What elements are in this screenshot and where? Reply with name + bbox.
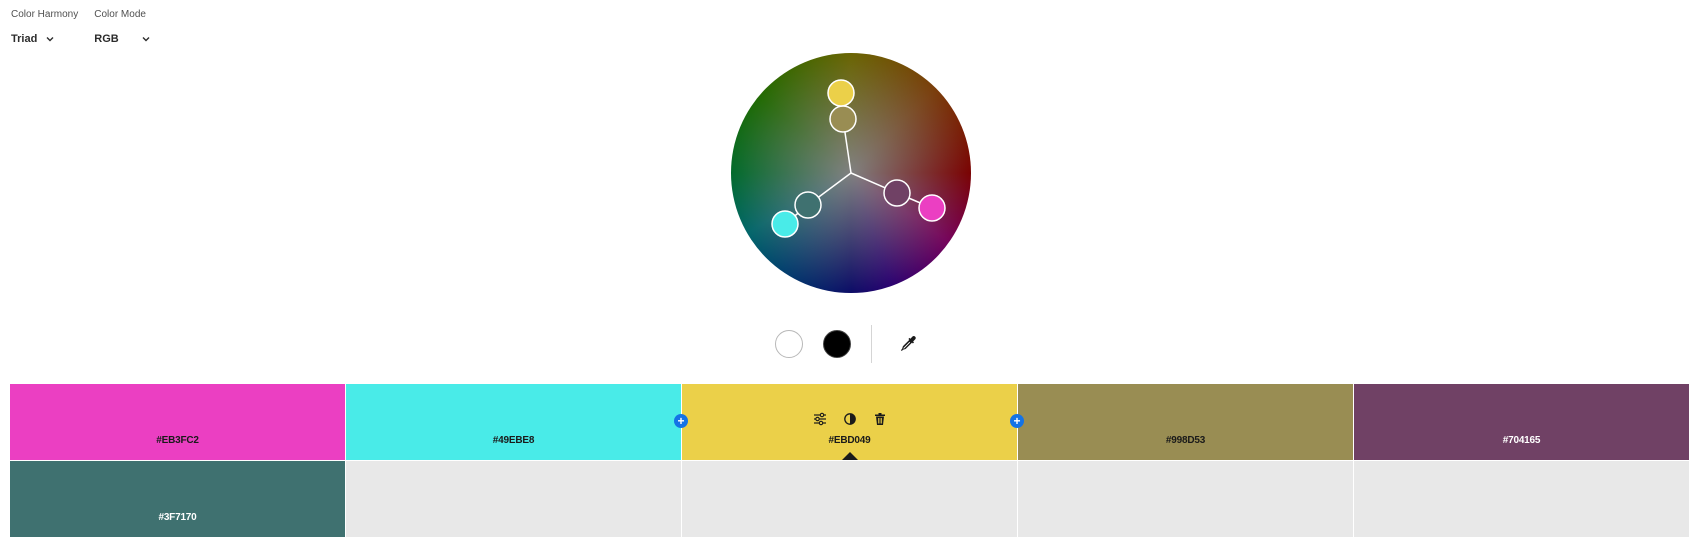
swatch-grid: #EB3FC2 #49EBE8 #EBD049 #998D53 #704165 …: [10, 384, 1692, 538]
sliders-icon[interactable]: [813, 412, 827, 426]
handle-998D53[interactable]: [829, 105, 857, 133]
color-mode-label: Color Mode: [94, 9, 146, 20]
empty-swatch-slot: [346, 461, 681, 537]
color-mode-dropdown[interactable]: RGB: [94, 33, 150, 45]
wheel-tools: [775, 325, 918, 363]
swatch-cell-2[interactable]: #49EBE8: [346, 384, 681, 460]
handle-704165[interactable]: [883, 179, 911, 207]
swatch-cell-6[interactable]: #3F7170: [10, 461, 345, 537]
swatch-cell-4[interactable]: #998D53: [1018, 384, 1353, 460]
color-harmony-dropdown[interactable]: Triad: [11, 33, 78, 45]
swatch-actions: [682, 412, 1017, 426]
swatch-hex-label: #EB3FC2: [156, 435, 199, 446]
chevron-down-icon: [46, 37, 54, 42]
swatch-hex-label: #EBD049: [828, 435, 871, 446]
active-swatch-indicator: [841, 452, 858, 460]
contrast-icon[interactable]: [843, 412, 857, 426]
eyedropper-icon[interactable]: [898, 334, 918, 354]
chevron-down-icon: [142, 37, 150, 42]
handle-EB3FC2[interactable]: [918, 194, 946, 222]
color-mode-control: Color Mode RGB: [94, 8, 150, 45]
black-swatch-button[interactable]: [823, 330, 851, 358]
color-harmony-label: Color Harmony: [11, 9, 79, 20]
empty-swatch-slot: [1354, 461, 1689, 537]
swatch-hex-label: #3F7170: [158, 512, 197, 523]
color-harmony-value: Triad: [11, 33, 38, 45]
swatch-cell-3-active[interactable]: #EBD049: [682, 384, 1017, 460]
swatch-cell-1[interactable]: #EB3FC2: [10, 384, 345, 460]
empty-swatch-slot: [682, 461, 1017, 537]
white-swatch-button[interactable]: [775, 330, 803, 358]
top-controls: Color Harmony Triad Color Mode RGB: [11, 8, 151, 45]
color-wheel[interactable]: [731, 53, 971, 293]
swatch-hex-label: #998D53: [1165, 435, 1206, 446]
add-color-button[interactable]: +: [674, 414, 688, 428]
color-mode-value: RGB: [94, 33, 119, 45]
trash-icon[interactable]: [873, 412, 887, 426]
divider: [871, 325, 872, 363]
swatch-cell-5[interactable]: #704165: [1354, 384, 1689, 460]
swatch-hex-label: #49EBE8: [492, 435, 535, 446]
handle-EBD049-base[interactable]: [827, 79, 855, 107]
color-harmony-control: Color Harmony Triad: [11, 8, 78, 45]
handle-3F7170[interactable]: [794, 191, 822, 219]
color-wheel-handles: [771, 79, 946, 238]
empty-swatch-slot: [1018, 461, 1353, 537]
swatch-hex-label: #704165: [1502, 435, 1541, 446]
add-color-button[interactable]: +: [1010, 414, 1024, 428]
handle-49EBE8[interactable]: [771, 210, 799, 238]
